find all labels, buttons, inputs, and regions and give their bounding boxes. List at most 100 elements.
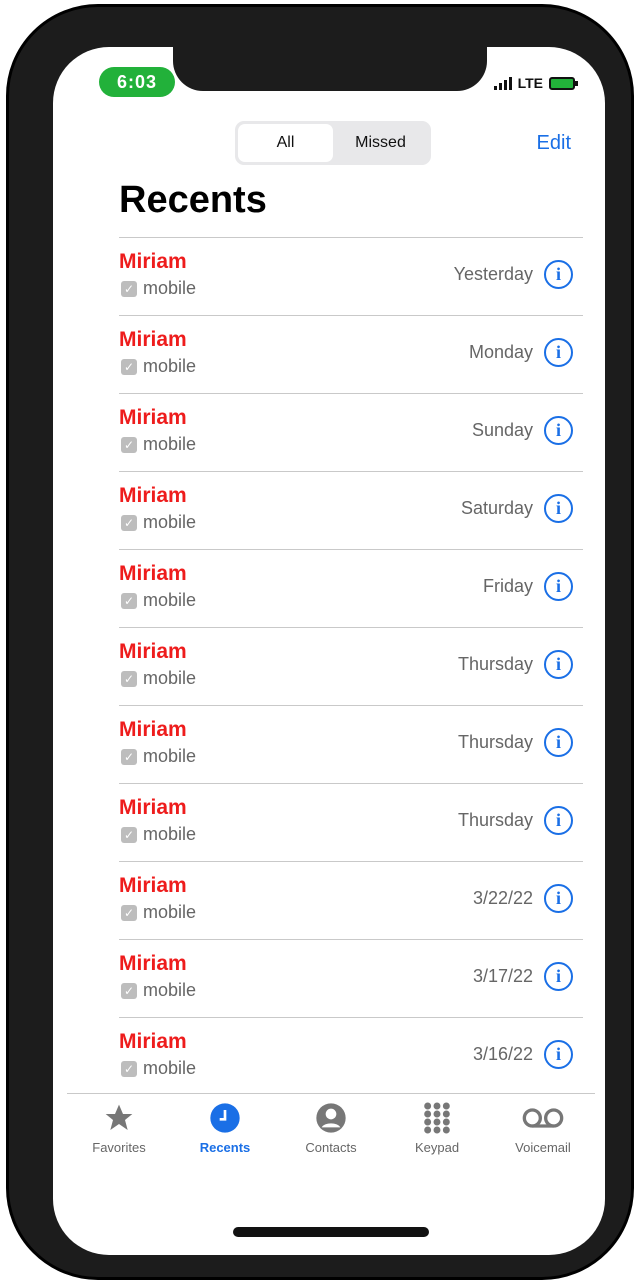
call-type-label: mobile	[143, 512, 197, 532]
call-type-label: mobile	[143, 1058, 197, 1078]
battery-icon	[549, 76, 578, 90]
recents-list: Miriam ✓ mobile Yesterday i Miriam ✓ mobile Mond…	[119, 237, 583, 1095]
info-icon[interactable]: i	[544, 338, 573, 367]
call-type: ✓ mobile	[121, 746, 196, 767]
call-type: ✓ mobile	[121, 278, 196, 299]
voicemail-icon	[521, 1102, 565, 1134]
caller-name: Miriam	[119, 328, 187, 351]
call-date: 3/22/22	[472, 888, 533, 908]
caller-name: Miriam	[119, 562, 187, 585]
segment-all[interactable]: All	[238, 124, 333, 162]
caller-name: Miriam	[119, 1030, 187, 1053]
call-row[interactable]: Miriam ✓ mobile 3/22/22 i	[119, 861, 583, 939]
call-date: Sunday	[471, 420, 533, 440]
info-icon[interactable]: i	[544, 728, 573, 757]
call-date: Thursday	[457, 732, 533, 752]
caller-name: Miriam	[119, 874, 187, 897]
status-indicators: LTE	[493, 75, 578, 91]
tab-favorites[interactable]: Favorites	[67, 1094, 171, 1173]
call-type-label: mobile	[143, 980, 197, 1000]
checkbox-icon: ✓	[121, 826, 137, 843]
call-date: Friday	[482, 576, 533, 596]
info-icon[interactable]: i	[544, 1040, 573, 1069]
checkbox-icon: ✓	[121, 514, 137, 531]
call-type-label: mobile	[143, 902, 197, 922]
call-type-label: mobile	[143, 824, 197, 844]
tab-voicemail[interactable]: Voicemail	[491, 1094, 595, 1173]
info-icon[interactable]: i	[544, 494, 573, 523]
call-row[interactable]: Miriam ✓ mobile Yesterday i	[119, 237, 583, 315]
checkbox-icon: ✓	[121, 436, 137, 453]
call-row[interactable]: Miriam ✓ mobile 3/16/22 i	[119, 1017, 583, 1095]
checkbox-icon: ✓	[121, 904, 137, 921]
caller-name: Miriam	[119, 484, 187, 507]
phone-frame: 6:03 LTE All Missed Edit Recents Miriam ✓…	[6, 4, 634, 1280]
call-type: ✓ mobile	[121, 434, 196, 455]
call-type: ✓ mobile	[121, 512, 196, 533]
page-title: Recents	[119, 179, 267, 221]
caller-name: Miriam	[119, 250, 187, 273]
call-type-label: mobile	[143, 668, 197, 688]
caller-name: Miriam	[119, 406, 187, 429]
tab-label: Voicemail	[515, 1140, 571, 1155]
tab-label: Contacts	[305, 1140, 357, 1155]
info-icon[interactable]: i	[544, 650, 573, 679]
clock-icon	[209, 1102, 241, 1134]
call-type: ✓ mobile	[121, 668, 196, 689]
edit-button[interactable]: Edit	[537, 132, 571, 155]
info-icon[interactable]: i	[544, 572, 573, 601]
call-row[interactable]: Miriam ✓ mobile Sunday i	[119, 393, 583, 471]
signal-icon	[493, 76, 512, 90]
call-row[interactable]: Miriam ✓ mobile Saturday i	[119, 471, 583, 549]
tab-bar: Favorites Recents Contacts Keypad Voicemail	[67, 1093, 595, 1173]
call-date: Thursday	[457, 654, 533, 674]
call-type-label: mobile	[143, 278, 197, 298]
call-date: Yesterday	[453, 264, 533, 284]
tab-label: Recents	[199, 1140, 251, 1155]
info-icon[interactable]: i	[544, 962, 573, 991]
caller-name: Miriam	[119, 952, 187, 975]
call-row[interactable]: Miriam ✓ mobile Thursday i	[119, 705, 583, 783]
call-filter-segmented-control: All Missed	[235, 121, 431, 165]
star-icon	[102, 1102, 136, 1134]
tab-label: Keypad	[414, 1140, 460, 1155]
network-label: LTE	[517, 75, 543, 91]
home-indicator[interactable]	[233, 1227, 429, 1237]
info-icon[interactable]: i	[544, 806, 573, 835]
call-row[interactable]: Miriam ✓ mobile Thursday i	[119, 627, 583, 705]
call-type: ✓ mobile	[121, 824, 196, 845]
screen: 6:03 LTE All Missed Edit Recents Miriam ✓…	[53, 47, 605, 1255]
caller-name: Miriam	[119, 640, 187, 663]
call-row[interactable]: Miriam ✓ mobile Thursday i	[119, 783, 583, 861]
segment-missed[interactable]: Missed	[333, 124, 428, 162]
call-row[interactable]: Miriam ✓ mobile Monday i	[119, 315, 583, 393]
call-date: Thursday	[457, 810, 533, 830]
call-type-label: mobile	[143, 746, 197, 766]
caller-name: Miriam	[119, 718, 187, 741]
call-row[interactable]: Miriam ✓ mobile 3/17/22 i	[119, 939, 583, 1017]
info-icon[interactable]: i	[544, 416, 573, 445]
person-icon	[315, 1102, 347, 1134]
call-type: ✓ mobile	[121, 980, 196, 1001]
call-type: ✓ mobile	[121, 1058, 196, 1079]
tab-recents[interactable]: Recents	[173, 1094, 277, 1173]
call-date: 3/16/22	[472, 1044, 533, 1064]
checkbox-icon: ✓	[121, 1060, 137, 1077]
info-icon[interactable]: i	[544, 884, 573, 913]
tab-keypad[interactable]: Keypad	[385, 1094, 489, 1173]
tab-label: Favorites	[92, 1140, 146, 1155]
call-type-label: mobile	[143, 590, 197, 610]
checkbox-icon: ✓	[121, 358, 137, 375]
notch	[173, 47, 487, 91]
call-type: ✓ mobile	[121, 902, 196, 923]
info-icon[interactable]: i	[544, 260, 573, 289]
call-date: Monday	[468, 342, 533, 362]
caller-name: Miriam	[119, 796, 187, 819]
call-type: ✓ mobile	[121, 356, 196, 377]
checkbox-icon: ✓	[121, 280, 137, 297]
call-date: 3/17/22	[472, 966, 533, 986]
call-date: Saturday	[460, 498, 533, 518]
checkbox-icon: ✓	[121, 670, 137, 687]
call-row[interactable]: Miriam ✓ mobile Friday i	[119, 549, 583, 627]
tab-contacts[interactable]: Contacts	[279, 1094, 383, 1173]
